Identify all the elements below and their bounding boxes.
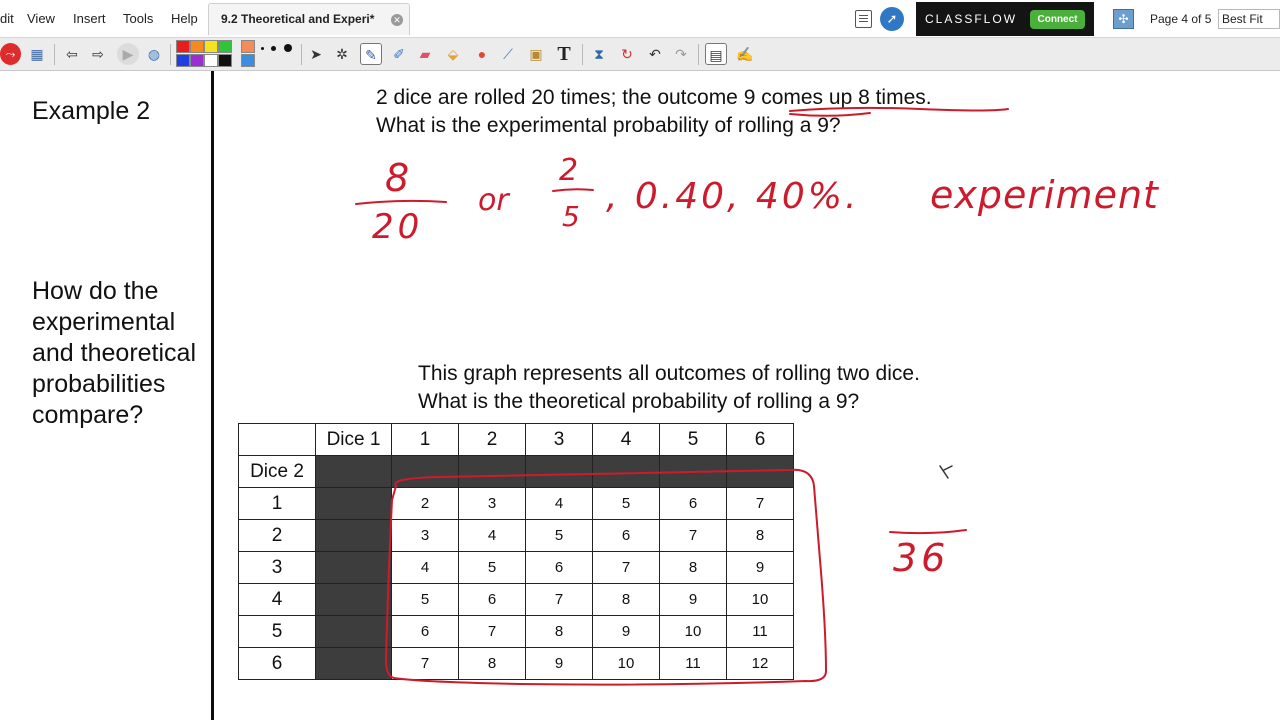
ink-annotation-layer: 8 20 or 2 5 , 0.40, 40%. experiment 36: [355, 106, 1160, 686]
ink-experiment-label: experiment: [930, 173, 1160, 217]
ink-fraction-bar: [889, 529, 967, 535]
ink-pen-cursor: [939, 465, 953, 479]
ink-outline-loop: [385, 468, 827, 686]
ink-theoretical-denominator: 36: [893, 536, 949, 580]
ink-denominator: 20: [372, 207, 423, 247]
ink-alt-denominator: 5: [562, 200, 580, 233]
ink-fraction-bar: [552, 188, 594, 192]
ink-fraction-bar: [355, 199, 447, 205]
ink-underline: [789, 106, 1009, 112]
ink-underline: [789, 112, 871, 117]
ink-decimal-answer: , 0.40, 40%.: [606, 176, 859, 217]
ink-alt-numerator: 2: [559, 153, 578, 188]
ink-numerator: 8: [385, 156, 409, 200]
ink-or-word: or: [478, 183, 510, 218]
